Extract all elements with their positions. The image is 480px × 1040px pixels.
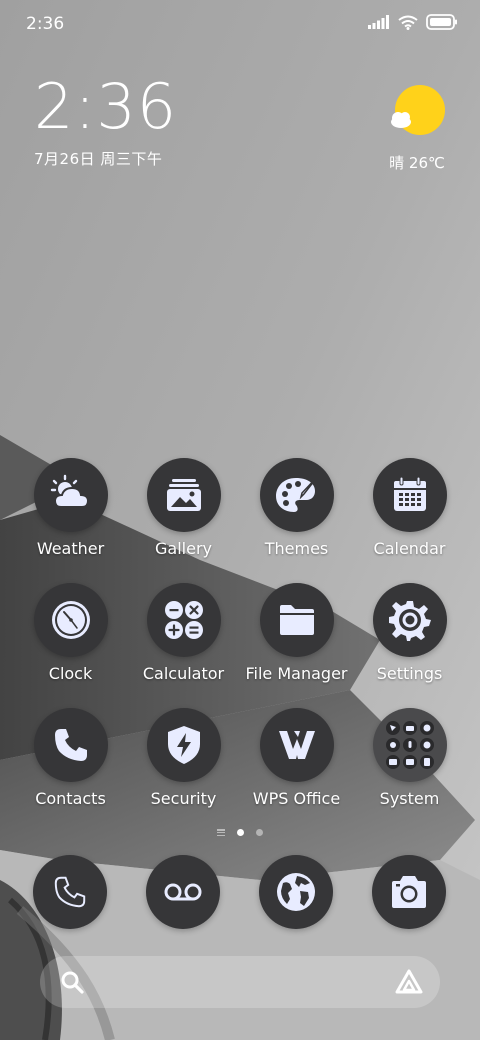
folder-grid-icon bbox=[385, 721, 434, 769]
app-label: Calculator bbox=[142, 664, 225, 683]
battery-icon bbox=[426, 14, 457, 30]
status-icons bbox=[368, 14, 458, 30]
app-label: Calendar bbox=[373, 539, 446, 558]
voicemail-icon bbox=[164, 883, 202, 901]
app-label: Weather bbox=[36, 539, 105, 558]
weather-icon bbox=[50, 474, 89, 508]
dock-messages[interactable] bbox=[146, 855, 220, 929]
assistant-icon bbox=[395, 969, 423, 994]
globe-icon bbox=[277, 873, 315, 911]
calculator-icon bbox=[164, 601, 203, 639]
gallery-icon bbox=[166, 479, 201, 511]
dock-phone[interactable] bbox=[33, 855, 107, 929]
wifi-icon bbox=[398, 15, 418, 30]
widget-date: 7月26日 周三下午 bbox=[34, 150, 163, 168]
wps-icon bbox=[278, 731, 315, 759]
app-label: WPS Office bbox=[252, 789, 341, 808]
app-label: Contacts bbox=[35, 789, 106, 808]
app-calendar[interactable]: Calendar bbox=[353, 458, 466, 558]
palette-icon bbox=[275, 475, 319, 512]
app-label: System bbox=[379, 789, 440, 808]
status-bar: 2:36 bbox=[0, 0, 480, 50]
assistant-button[interactable] bbox=[394, 968, 424, 1000]
sunny-weather-icon bbox=[391, 85, 445, 135]
app-label: File Manager bbox=[245, 664, 348, 683]
app-label: Themes bbox=[264, 539, 329, 558]
app-security[interactable]: Security bbox=[127, 708, 240, 808]
phone-icon bbox=[54, 876, 86, 908]
clock-icon bbox=[51, 601, 90, 639]
app-label: Gallery bbox=[155, 539, 212, 558]
app-weather[interactable]: Weather bbox=[14, 458, 127, 558]
camera-icon bbox=[392, 876, 426, 908]
app-wps-office[interactable]: WPS Office bbox=[240, 708, 353, 808]
app-calculator[interactable]: Calculator bbox=[127, 583, 240, 683]
dock-browser[interactable] bbox=[259, 855, 333, 929]
feed-page-indicator bbox=[217, 829, 225, 836]
app-clock[interactable]: Clock bbox=[14, 583, 127, 683]
weather-text: 晴 26℃ bbox=[389, 154, 445, 172]
app-gallery[interactable]: Gallery bbox=[127, 458, 240, 558]
calendar-icon bbox=[393, 476, 426, 511]
app-label: Settings bbox=[376, 664, 443, 683]
clock-widget[interactable]: 2:36 7月26日 周三下午 bbox=[34, 76, 177, 169]
page-indicator[interactable] bbox=[0, 829, 480, 836]
widget-time: 2:36 bbox=[34, 70, 178, 143]
app-settings[interactable]: Settings bbox=[353, 583, 466, 683]
app-system-folder[interactable]: System bbox=[353, 708, 466, 808]
phone-icon bbox=[54, 729, 87, 761]
dock-camera[interactable] bbox=[372, 855, 446, 929]
app-contacts[interactable]: Contacts bbox=[14, 708, 127, 808]
page-dot-active bbox=[237, 829, 244, 836]
weather-widget[interactable]: 晴 26℃ bbox=[388, 84, 446, 173]
app-label: Security bbox=[150, 789, 217, 808]
app-file-manager[interactable]: File Manager bbox=[240, 583, 353, 683]
signal-icon bbox=[368, 15, 389, 29]
search-icon bbox=[61, 971, 84, 994]
status-time: 2:36 bbox=[26, 14, 65, 34]
gear-icon bbox=[388, 601, 431, 641]
shield-icon bbox=[167, 726, 200, 764]
app-label: Clock bbox=[48, 664, 93, 683]
app-themes[interactable]: Themes bbox=[240, 458, 353, 558]
folder-icon bbox=[279, 605, 314, 635]
search-bar[interactable] bbox=[40, 956, 440, 1008]
page-dot bbox=[256, 829, 263, 836]
